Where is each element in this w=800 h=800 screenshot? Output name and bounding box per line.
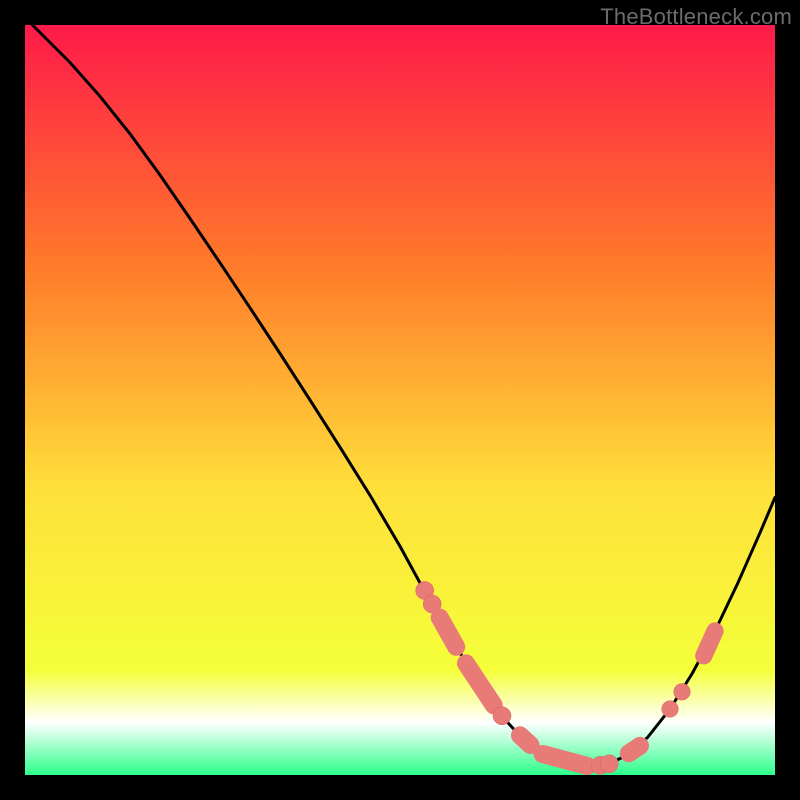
curve-marker-segment	[629, 746, 640, 754]
chart-frame: TheBottleneck.com	[0, 0, 800, 800]
curve-marker-dot	[600, 755, 618, 773]
curve-marker-segment	[520, 735, 531, 745]
plot-area	[25, 25, 775, 775]
curve-marker-segment	[543, 754, 588, 766]
curve-marker-dot	[493, 707, 511, 725]
curve-marker-segment	[704, 631, 715, 656]
curve-marker-dot	[674, 684, 691, 701]
gradient-background	[25, 25, 775, 775]
chart-svg	[25, 25, 775, 775]
curve-marker-dot	[662, 701, 679, 718]
